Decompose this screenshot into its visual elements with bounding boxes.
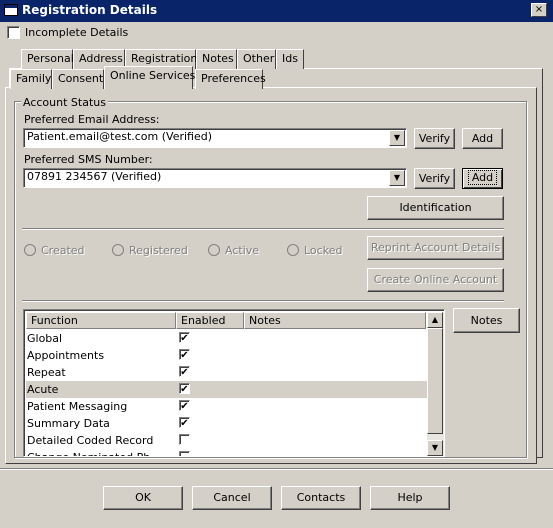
enabled-checkbox[interactable]	[179, 451, 190, 456]
contacts-button[interactable]: Contacts	[281, 486, 361, 510]
ok-button[interactable]: OK	[103, 486, 183, 510]
create-online-account-button[interactable]: Create Online Account	[367, 268, 504, 292]
scroll-thumb[interactable]	[427, 328, 443, 434]
title-bar[interactable]: Registration Details ×	[0, 0, 553, 22]
radio-active[interactable]	[208, 244, 220, 256]
radio-registered[interactable]	[112, 244, 124, 256]
email-label: Preferred Email Address:	[24, 113, 160, 126]
enabled-checkbox[interactable]	[179, 434, 190, 445]
tab-online-services[interactable]: Online Services	[104, 66, 195, 89]
identification-button[interactable]: Identification	[367, 196, 504, 220]
enabled-checkbox[interactable]: ✔	[179, 383, 190, 395]
radio-locked[interactable]	[287, 244, 299, 256]
function-name: Global	[27, 332, 63, 345]
table-row[interactable]: Patient Messaging ✔	[26, 398, 444, 415]
sms-verify-button[interactable]: Verify	[414, 168, 455, 189]
tab-other[interactable]: Other	[237, 49, 276, 69]
email-dropdown[interactable]: Patient.email@test.com (Verified) ▼	[23, 128, 407, 148]
radio-created-label: Created	[41, 244, 85, 257]
incomplete-details-label: Incomplete Details	[25, 26, 129, 39]
tab-personal[interactable]: Personal	[21, 49, 74, 69]
reprint-account-details-button[interactable]: Reprint Account Details	[367, 236, 504, 260]
enabled-checkbox[interactable]: ✔	[179, 332, 190, 344]
scroll-up-icon[interactable]: ▲	[427, 312, 443, 328]
column-header-notes[interactable]: Notes	[244, 312, 426, 329]
function-list[interactable]: Function Enabled Notes Global ✔ Appointmen…	[23, 309, 445, 457]
function-name: Patient Messaging	[27, 400, 128, 413]
footer-separator	[0, 468, 553, 470]
sms-dropdown[interactable]: 07891 234567 (Verified) ▼	[23, 168, 407, 188]
separator	[22, 300, 504, 302]
window-icon	[4, 4, 18, 16]
radio-registered-label: Registered	[129, 244, 188, 257]
email-add-button[interactable]: Add	[462, 128, 503, 149]
vertical-scrollbar[interactable]: ▲ ▼	[427, 312, 444, 456]
incomplete-details-checkbox[interactable]	[7, 26, 20, 39]
table-row[interactable]: Detailed Coded Record	[26, 432, 444, 449]
table-row[interactable]: Change Nominated Ph	[26, 449, 444, 456]
email-verify-button[interactable]: Verify	[414, 128, 455, 149]
tab-preferences[interactable]: Preferences	[195, 69, 266, 89]
function-name: Detailed Coded Record	[27, 434, 154, 447]
sms-add-button[interactable]: Add	[462, 168, 503, 189]
enabled-checkbox[interactable]: ✔	[179, 349, 190, 361]
table-row[interactable]: Acute ✔	[26, 381, 444, 398]
table-row[interactable]: Global ✔	[26, 330, 444, 347]
email-value: Patient.email@test.com (Verified)	[27, 130, 213, 143]
column-header-function[interactable]: Function	[26, 312, 176, 329]
help-button[interactable]: Help	[370, 486, 450, 510]
enabled-checkbox[interactable]: ✔	[179, 417, 190, 429]
sms-label: Preferred SMS Number:	[24, 153, 153, 166]
tab-family[interactable]: Family	[10, 69, 52, 89]
function-name: Summary Data	[27, 417, 110, 430]
column-header-enabled[interactable]: Enabled	[176, 312, 244, 329]
radio-locked-label: Locked	[304, 244, 343, 257]
table-row[interactable]: Repeat ✔	[26, 364, 444, 381]
tab-notes[interactable]: Notes	[196, 49, 237, 69]
radio-created[interactable]	[24, 244, 36, 256]
dropdown-arrow-icon[interactable]: ▼	[389, 170, 405, 186]
sms-add-label: Add	[467, 170, 498, 185]
notes-button[interactable]: Notes	[453, 308, 520, 333]
radio-active-label: Active	[225, 244, 260, 257]
tab-consent[interactable]: Consent	[52, 69, 104, 89]
table-row[interactable]: Summary Data ✔	[26, 415, 444, 432]
enabled-checkbox[interactable]: ✔	[179, 400, 190, 412]
cancel-button[interactable]: Cancel	[192, 486, 272, 510]
sms-value: 07891 234567 (Verified)	[27, 170, 162, 183]
tab-ids[interactable]: Ids	[276, 49, 304, 69]
table-row[interactable]: Appointments ✔	[26, 347, 444, 364]
close-button[interactable]: ×	[531, 3, 547, 17]
window-title: Registration Details	[22, 3, 158, 17]
function-name: Repeat	[27, 366, 66, 379]
account-status-label: Account Status	[21, 96, 108, 109]
scroll-down-icon[interactable]: ▼	[427, 440, 443, 456]
enabled-checkbox[interactable]: ✔	[179, 366, 190, 378]
dropdown-arrow-icon[interactable]: ▼	[389, 130, 405, 146]
function-name: Appointments	[27, 349, 105, 362]
function-name: Change Nominated Ph	[27, 449, 150, 456]
separator	[22, 228, 504, 230]
function-name: Acute	[27, 383, 59, 396]
